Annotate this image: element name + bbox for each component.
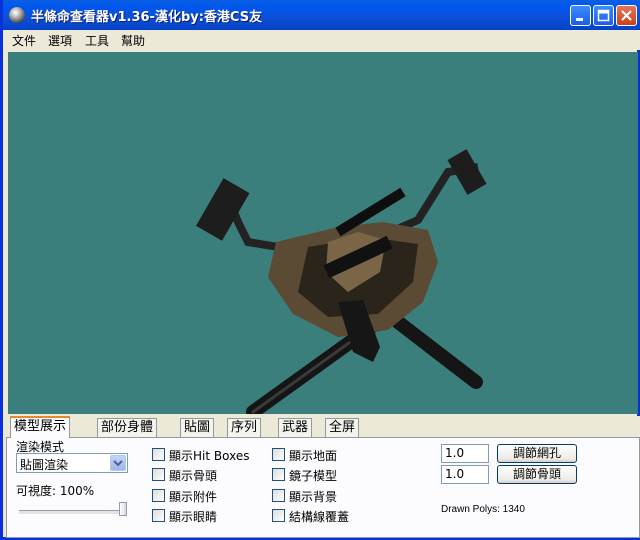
app-window: 半條命查看器v1.36-漢化by:香港CS友 文件 選項 工具 幫助 模型展示 … [0,0,640,540]
title-bar[interactable]: 半條命查看器v1.36-漢化by:香港CS友 [3,0,640,30]
show-ground-checkbox[interactable] [272,448,285,461]
tab-content: 渲染模式 貼圖渲染 可視度: 100% 顯示Hit Boxes 顯示骨頭 顯示附… [6,437,640,538]
maximize-button[interactable] [593,5,614,26]
mirror-model-label: 鏡子模型 [289,469,338,483]
opacity-slider-track[interactable] [19,510,125,515]
chevron-down-icon [110,455,126,471]
show-hitboxes-checkbox[interactable] [152,448,165,461]
wireframe-overlay-label: 結構線覆蓋 [289,510,350,524]
show-bones-checkbox[interactable] [152,468,165,481]
close-button[interactable] [616,5,637,26]
bone-scale-input[interactable]: 1.0 [441,465,489,484]
menu-bar: 文件 選項 工具 幫助 [6,30,640,50]
show-hitboxes-label: 顯示Hit Boxes [169,449,250,463]
weapon-model [196,149,487,414]
mirror-model-checkbox[interactable] [272,468,285,481]
show-attachments-checkbox[interactable] [152,489,165,502]
show-background-label: 顯示背景 [289,490,338,504]
close-icon [621,10,632,21]
mesh-scale-input[interactable]: 1.0 [441,444,489,463]
adjust-bones-button[interactable]: 調節骨頭 [497,465,577,484]
render-mode-select[interactable]: 貼圖渲染 [16,453,128,473]
menu-file[interactable]: 文件 [12,32,36,49]
tab-fullscreen[interactable]: 全屏 [325,418,360,437]
drawn-polys-status: Drawn Polys: 1340 [441,504,525,515]
window-title: 半條命查看器v1.36-漢化by:香港CS友 [31,10,263,25]
tab-weapons[interactable]: 武器 [278,418,313,437]
menu-tools[interactable]: 工具 [85,32,109,49]
minimize-button[interactable] [570,5,591,26]
tab-textures[interactable]: 貼圖 [180,418,215,437]
tab-body-parts[interactable]: 部份身體 [97,418,158,437]
control-panel: 模型展示 部份身體 貼圖 序列 武器 全屏 渲染模式 貼圖渲染 可視度: 100… [6,416,640,538]
show-attachments-label: 顯示附件 [169,490,218,504]
show-ground-label: 顯示地面 [289,449,338,463]
show-eyes-label: 顯示眼睛 [169,510,218,524]
opacity-label: 可視度: 100% [16,484,95,498]
tab-sequences[interactable]: 序列 [227,418,262,437]
show-background-checkbox[interactable] [272,489,285,502]
menu-options[interactable]: 選項 [48,32,72,49]
render-mode-value: 貼圖渲染 [20,458,69,472]
show-eyes-checkbox[interactable] [152,509,165,522]
adjust-mesh-button[interactable]: 調節網孔 [497,444,577,463]
opacity-slider-thumb[interactable] [119,502,127,516]
menu-help[interactable]: 幫助 [121,32,145,49]
show-bones-label: 顯示骨頭 [169,469,218,483]
tab-model-display[interactable]: 模型展示 [10,416,71,438]
wireframe-overlay-checkbox[interactable] [272,509,285,522]
maximize-icon [597,9,610,22]
minimize-icon [576,18,583,21]
hl-logo-icon [9,7,25,23]
model-viewport[interactable] [8,52,638,414]
